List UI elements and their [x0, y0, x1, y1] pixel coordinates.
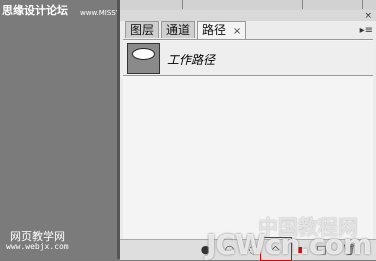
watermark-bottom-right-logo: JCWcn.com — [206, 228, 372, 261]
tab-channels[interactable]: 通道 — [161, 21, 196, 38]
panel-header: × — [120, 10, 376, 21]
panel-menu-button[interactable]: ▸≡ — [360, 25, 373, 36]
path-thumbnail — [127, 43, 160, 74]
path-name: 工作路径 — [167, 53, 216, 67]
tab-paths[interactable]: 路径 × — [197, 21, 247, 39]
paths-list: 工作路径 — [123, 39, 373, 240]
canvas-area — [0, 0, 117, 259]
tab-label: 图层 — [130, 23, 155, 37]
ellipse-shape-icon — [132, 48, 155, 60]
panel-tabs: 图层 通道 路径 × — [125, 21, 248, 39]
tab-close-icon[interactable]: × — [233, 26, 241, 37]
path-row-work-path[interactable]: 工作路径 — [123, 41, 373, 76]
tab-label: 通道 — [166, 23, 191, 37]
tab-label: 路径 — [202, 23, 227, 37]
panel-close-button[interactable]: × — [364, 11, 372, 21]
tab-layers[interactable]: 图层 — [125, 21, 160, 38]
watermark-top-left: 思缘设计论坛 — [2, 4, 68, 17]
watermark-bottom-left-url: www.webjx.com — [6, 242, 69, 251]
